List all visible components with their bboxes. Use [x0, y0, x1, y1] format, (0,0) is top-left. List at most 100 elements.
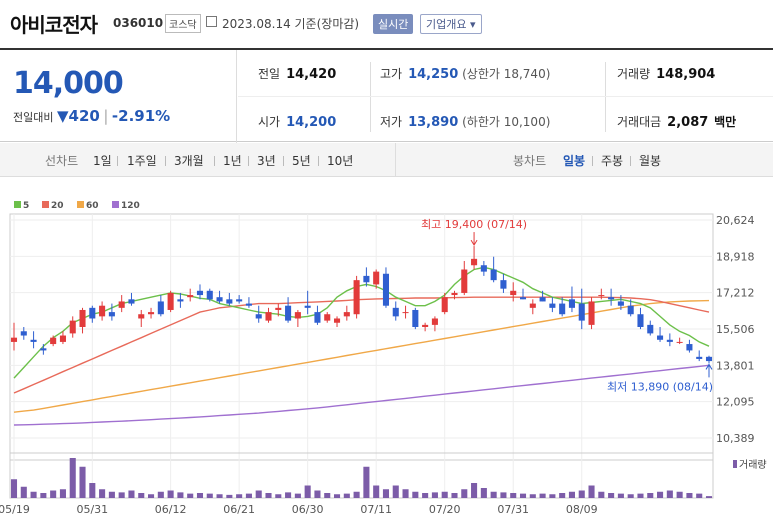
volume-bar	[696, 493, 703, 498]
candle-body	[637, 314, 644, 328]
volume-bar	[138, 493, 145, 498]
y-tick-label: 18,918	[716, 250, 755, 263]
volume-bar	[451, 493, 458, 498]
candle-body	[500, 280, 507, 289]
candle-body	[177, 299, 184, 302]
volume-legend-label: 거래량	[739, 459, 767, 471]
volume-bar	[40, 493, 47, 498]
candle-body	[20, 331, 27, 336]
candle-body	[705, 356, 713, 362]
volume-bar	[392, 485, 399, 498]
volume-bar	[373, 485, 380, 498]
volume-bar	[519, 493, 527, 498]
candle-body	[275, 307, 282, 310]
candle-body	[431, 318, 438, 325]
candle-body	[412, 309, 419, 328]
candle-body	[108, 312, 115, 317]
candle-body	[480, 265, 487, 272]
candle-body	[363, 275, 370, 283]
candle-body	[324, 314, 331, 321]
volume-bar	[412, 491, 419, 498]
candlestick-chart[interactable]: 20,624 18,918 17,212 15,506 13,801 12,095 10,3…	[0, 0, 773, 526]
volume-bar	[275, 494, 282, 498]
volume-bar	[79, 466, 86, 498]
x-tick-label: 08/09	[566, 503, 598, 516]
candle-body	[294, 312, 301, 319]
candle-body	[148, 312, 155, 315]
candle-body	[226, 299, 233, 304]
candle-body	[617, 301, 624, 306]
volume-bar	[500, 492, 507, 498]
candle-body	[255, 314, 262, 319]
plot-frame	[9, 213, 714, 461]
volume-bar	[568, 491, 575, 498]
candle-body	[343, 312, 350, 317]
volume-bar	[148, 494, 155, 498]
candle-body	[196, 290, 204, 296]
x-tick-label: 07/20	[429, 503, 461, 516]
candle-body	[568, 299, 575, 308]
candle-body	[30, 339, 37, 342]
candle-body	[676, 341, 683, 343]
candle-body	[588, 301, 595, 325]
low-annotation: 최저 13,890 (08/14)	[607, 380, 713, 393]
candle-body	[333, 318, 341, 323]
volume-bar	[657, 491, 664, 498]
candle-body	[373, 271, 380, 285]
candle-body	[50, 337, 57, 345]
volume-bar	[50, 490, 57, 498]
candle-body	[490, 269, 497, 281]
volume-bar	[588, 485, 595, 498]
candle-body	[118, 301, 125, 308]
volume-bar	[431, 492, 438, 498]
volume-bar	[686, 493, 693, 498]
volume-bar	[294, 493, 301, 498]
candle-body	[304, 305, 311, 308]
volume-bar	[529, 494, 536, 498]
volume-bar	[30, 491, 37, 498]
volume-bar	[304, 485, 311, 498]
y-tick-label: 17,212	[716, 287, 755, 300]
candle-body	[285, 305, 292, 321]
candle-body	[40, 348, 47, 351]
candle-body	[441, 297, 448, 313]
volume-bar	[157, 491, 164, 498]
candle-body	[382, 273, 390, 306]
x-tick-label: 05/31	[76, 503, 108, 516]
volume-bar	[647, 493, 654, 498]
candle-body	[559, 303, 566, 315]
candle-body	[236, 299, 243, 302]
x-tick-label: 06/12	[155, 503, 187, 516]
volume-bar	[324, 493, 331, 498]
volume-bar	[471, 483, 478, 498]
volume-bar	[333, 494, 341, 498]
candle-body	[529, 303, 536, 308]
volume-bar	[578, 490, 585, 498]
volume-bar	[10, 479, 18, 498]
x-tick-label: 07/11	[360, 503, 392, 516]
candle-body	[686, 344, 693, 351]
volume-bar	[128, 490, 135, 498]
candle-body	[206, 290, 213, 300]
candle-body	[353, 280, 360, 315]
candle-body	[265, 312, 272, 321]
x-tick-label: 07/31	[497, 503, 529, 516]
candle-body	[647, 324, 654, 334]
candle-body	[216, 297, 223, 302]
ma60-line	[13, 299, 710, 413]
volume-bar	[177, 492, 184, 498]
volume-bar	[226, 494, 233, 498]
y-tick-label: 13,801	[716, 359, 755, 372]
volume-bar	[480, 488, 487, 498]
candle-body	[539, 297, 546, 302]
candle-body	[657, 335, 664, 340]
candle-body	[598, 295, 605, 297]
candle-body	[519, 297, 527, 300]
volume-bar	[20, 486, 27, 498]
x-tick-label: 06/21	[223, 503, 255, 516]
volume-bar	[617, 493, 624, 498]
volume-bar	[676, 491, 683, 498]
volume-bar	[206, 493, 213, 498]
candle-body	[422, 324, 429, 328]
y-tick-label: 10,389	[716, 432, 755, 445]
